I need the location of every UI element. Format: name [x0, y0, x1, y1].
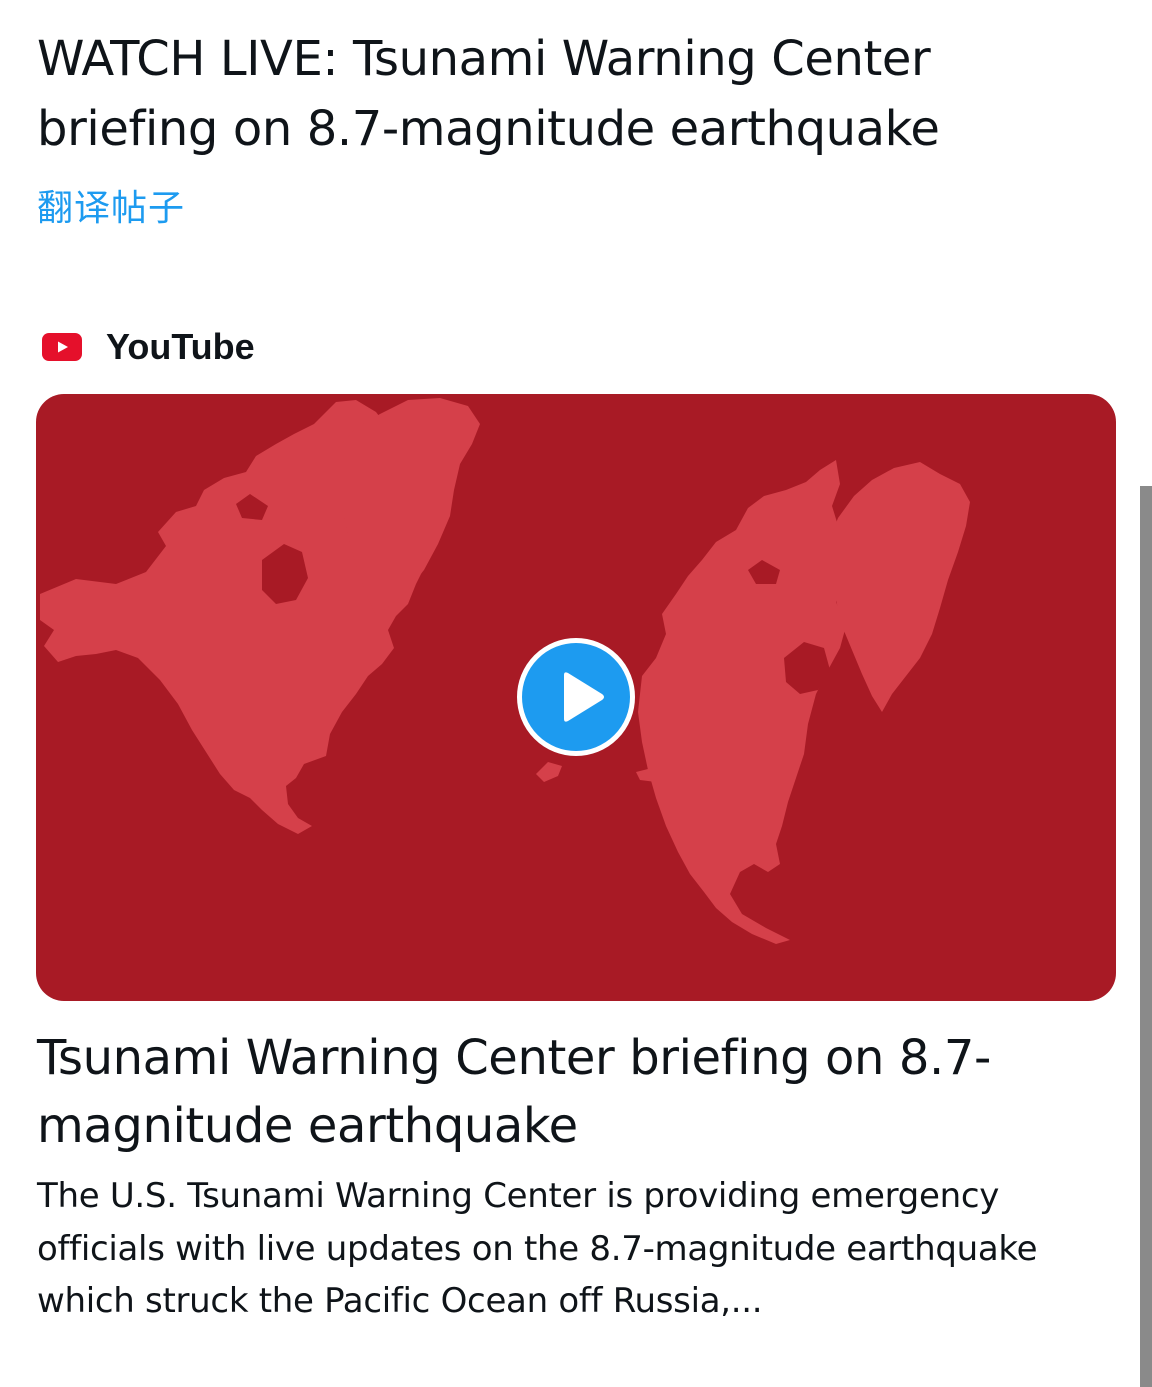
video-thumbnail[interactable] — [36, 394, 1116, 1001]
card-title[interactable]: Tsunami Warning Center briefing on 8.7-m… — [37, 1024, 1117, 1160]
translate-post-link[interactable]: 翻译帖子 — [37, 186, 185, 232]
card-description: The U.S. Tsunami Warning Center is provi… — [37, 1176, 1038, 1321]
greenland-right — [828, 462, 970, 712]
youtube-logo-icon — [42, 333, 82, 361]
card-source: YouTube — [42, 322, 255, 372]
play-icon — [564, 672, 604, 722]
island — [536, 762, 562, 782]
play-button[interactable] — [517, 638, 635, 756]
north-america-right — [638, 460, 848, 944]
source-name: YouTube — [106, 326, 255, 367]
post-text: WATCH LIVE: Tsunami Warning Center brief… — [37, 31, 940, 157]
scrollbar[interactable] — [1140, 486, 1152, 1387]
